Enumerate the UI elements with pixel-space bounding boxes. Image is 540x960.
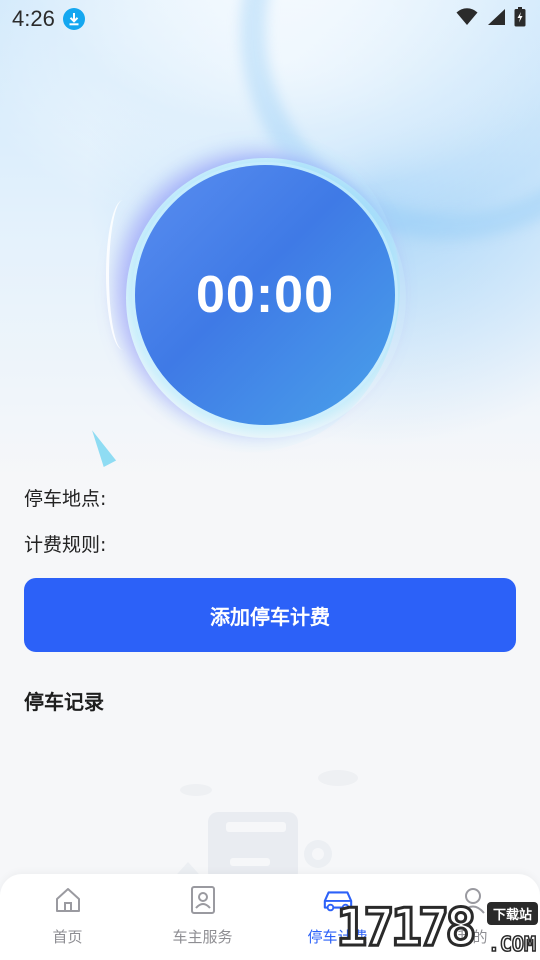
download-icon [62,8,85,30]
battery-charging-icon [514,7,526,31]
nav-label-home: 首页 [52,928,83,946]
nav-item-owner-services[interactable]: 车主服务 [135,874,270,960]
watermark-badge: 下载站 [486,902,538,925]
timer-outer-arc [106,200,140,350]
timer-value: 00:00 [196,266,334,324]
site-watermark: 17178 下载站 .COM [335,898,540,960]
empty-records-illustration [170,770,358,882]
nav-item-home[interactable]: 首页 [0,874,135,960]
watermark-suffix: .COM [487,931,537,957]
parking-records-title: 停车记录 [24,690,104,714]
billing-rule-label: 计费规则: [24,534,107,556]
status-bar: 4:26 [0,0,540,38]
home-icon [52,884,84,916]
add-parking-billing-button[interactable]: 添加停车计费 [24,578,516,652]
parking-location-label: 停车地点: [24,488,107,510]
status-bar-left: 4:26 [12,6,85,32]
status-bar-right [456,7,526,31]
signal-icon [486,8,506,30]
watermark-number: 17178 [335,898,479,958]
wifi-icon [456,8,478,30]
status-time: 4:26 [12,6,55,31]
id-card-icon [187,884,219,916]
parking-timer: 00:00 [135,165,395,425]
nav-label-owner-services: 车主服务 [172,928,233,946]
